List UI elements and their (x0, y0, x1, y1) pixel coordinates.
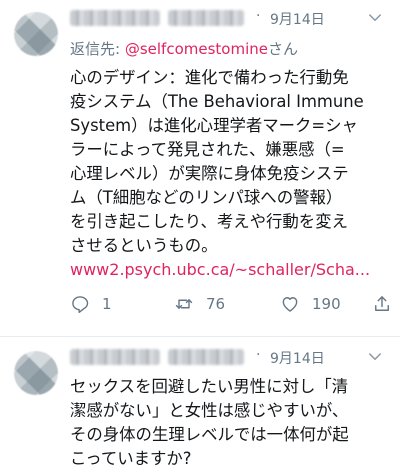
avatar[interactable] (14, 351, 58, 395)
reply-count: 1 (102, 295, 112, 313)
reply-suffix: さん (267, 40, 298, 58)
retweet-button[interactable]: 76 (174, 292, 225, 316)
separator-dot: · (256, 347, 261, 363)
chevron-down-icon[interactable] (366, 9, 384, 27)
tweet-text-line: させるというもの。 (70, 236, 218, 255)
username-blurred[interactable] (168, 10, 244, 26)
like-button[interactable]: 190 (280, 292, 341, 316)
tweet-actions: 1 76 190 (70, 292, 392, 318)
retweet-count: 76 (206, 295, 226, 313)
tweet-text-line: System）は進化心理学者マーク=シャ (70, 116, 358, 135)
tweet-header: · 9月14日 (70, 6, 390, 30)
display-name-blurred[interactable] (70, 10, 160, 26)
reply-context: 返信先: @selfcomestomineさん (70, 38, 298, 59)
share-icon (375, 296, 389, 311)
username-blurred[interactable] (168, 349, 244, 365)
reply-handle-link[interactable]: @selfcomestomine (125, 40, 268, 58)
tweet-text-line: 疫システム（The Behavioral Immune (70, 92, 364, 111)
retweet-icon (175, 299, 193, 309)
like-count: 190 (312, 295, 341, 313)
tweet-text-line: 心理レベル）が実際に身体免疫システ (70, 164, 349, 183)
tweet-date[interactable]: 9月14日 (270, 348, 325, 368)
tweet-text-line: を引き起こしたり、考えや行動を変え (70, 212, 348, 231)
tweet-text: 心のデザイン：進化で備わった行動免 疫システム（The Behavioral I… (70, 66, 392, 258)
display-name-blurred[interactable] (70, 349, 160, 365)
tweet-text-line: その身体の生理レベルでは一体何が起 (70, 425, 349, 444)
reply-icon (72, 296, 89, 314)
share-button[interactable] (372, 292, 392, 316)
tweet-text-line: 潔感がない」と女性は感じやすいが、 (70, 401, 349, 420)
avatar[interactable] (14, 12, 58, 56)
tweet-date[interactable]: 9月14日 (270, 9, 325, 29)
tweet-text: セックスを回避したい男性に対し「清 潔感がない」と女性は感じやすいが、 その身体… (70, 375, 392, 471)
separator-dot: · (256, 8, 261, 24)
chevron-down-icon[interactable] (366, 348, 384, 366)
tweet-text-line: ラーによって発見された、嫌悪感（= (70, 140, 345, 159)
tweet-header: · 9月14日 (70, 345, 390, 369)
tweet[interactable]: · 9月14日 返信先: @selfcomestomineさん 心のデザイン：進… (0, 0, 400, 337)
tweet-text-line: こっていますか? (70, 449, 192, 468)
tweet-text-line: 心のデザイン：進化で備わった行動免 (70, 68, 349, 87)
tweet-text-line: ム（T細胞などのリンパ球への警報） (70, 188, 343, 207)
heart-icon (282, 297, 298, 312)
reply-button[interactable]: 1 (70, 292, 112, 316)
tweet-text-line: セックスを回避したい男性に対し「清 (70, 377, 349, 396)
reply-label: 返信先: (70, 40, 125, 58)
tweet[interactable]: · 9月14日 セックスを回避したい男性に対し「清 潔感がない」と女性は感じやす… (0, 337, 400, 472)
url-link[interactable]: www2.psych.ubc.ca/~schaller/Scha... (70, 260, 370, 279)
